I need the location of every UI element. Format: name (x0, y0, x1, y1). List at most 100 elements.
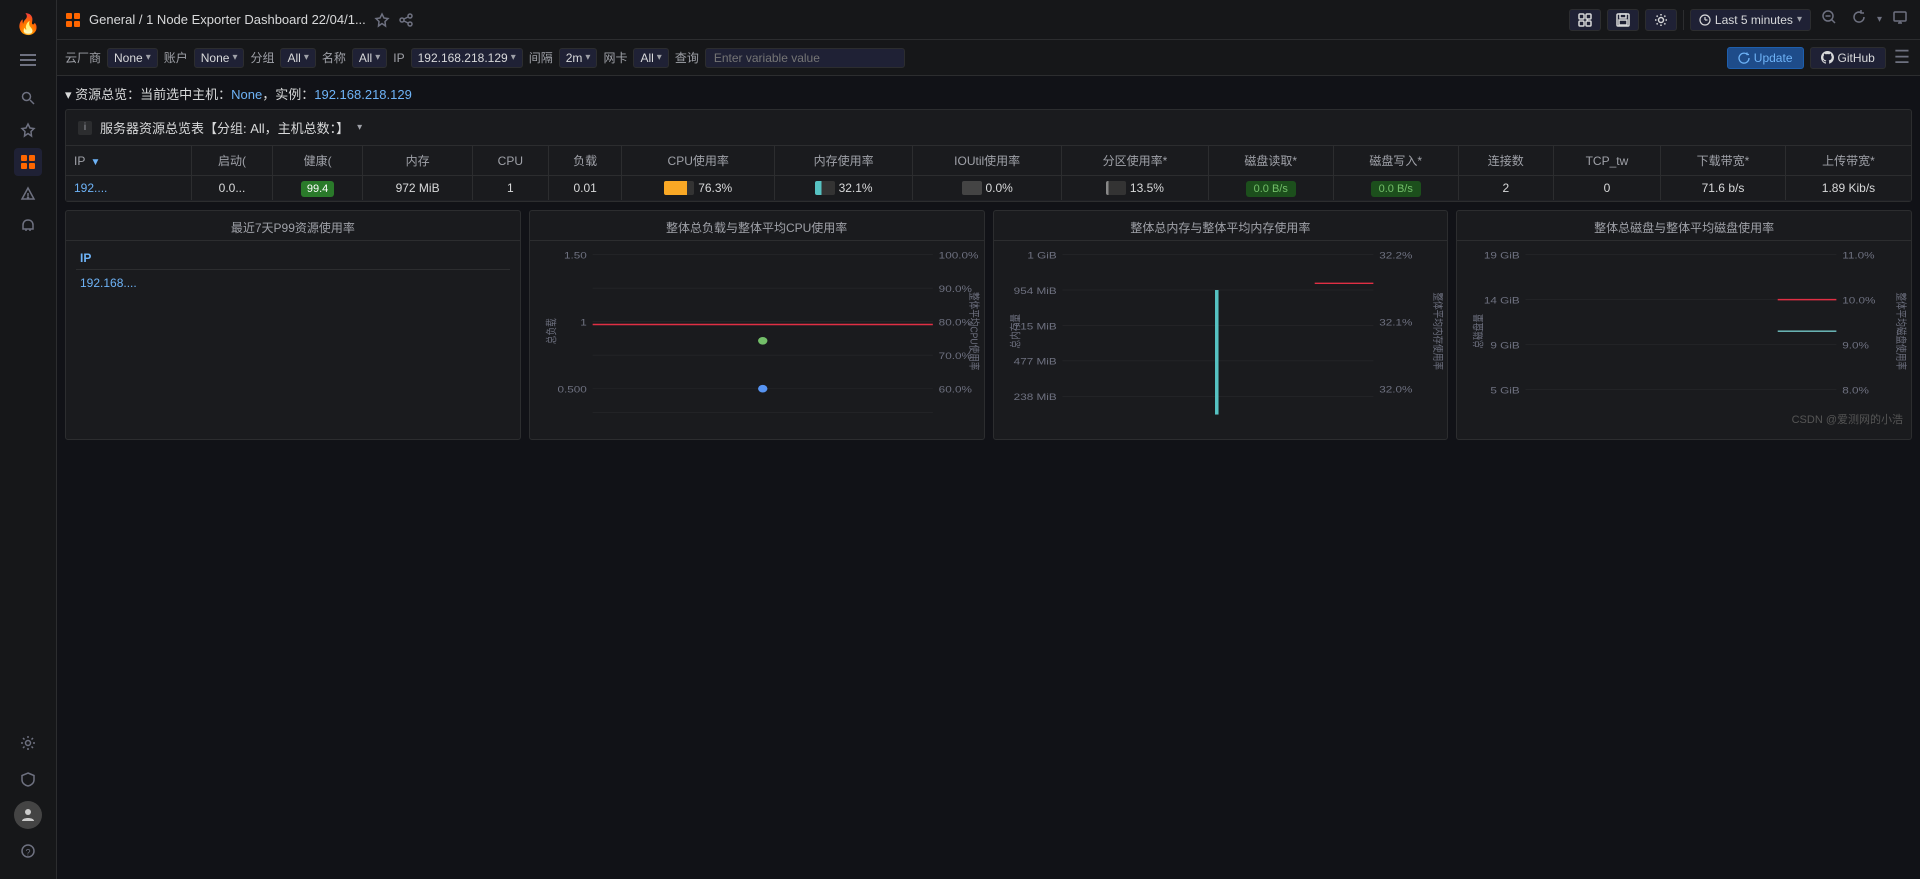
account-label: 账户 (164, 49, 188, 66)
refresh-dropdown-arrow[interactable]: ▾ (1877, 14, 1882, 25)
query-label: 查询 (675, 49, 699, 66)
col-health[interactable]: 健康( (272, 146, 362, 176)
sidebar-item-alerts[interactable] (14, 180, 42, 208)
cell-cpu-pct: 76.3% (622, 176, 775, 201)
cell-disk-write: 0.0 B/s (1333, 176, 1458, 201)
col-ip[interactable]: IP ▼ (66, 146, 192, 176)
refresh-btn[interactable] (1847, 5, 1871, 34)
svg-text:11.0%: 11.0% (1842, 250, 1875, 261)
col-uptime[interactable]: 启动( (192, 146, 273, 176)
cell-ip: 192.... (66, 176, 192, 201)
overview-toggle[interactable]: ▾ 资源总览：当前选中主机：None，实例：192.168.218.129 (65, 84, 412, 103)
grafana-logo[interactable]: 🔥 (14, 10, 42, 38)
cell-mem-pct: 32.1% (775, 176, 913, 201)
col-io-pct[interactable]: IOUtil使用率 (913, 146, 1062, 176)
col-mem-pct[interactable]: 内存使用率 (775, 146, 913, 176)
memory-panel: 整体总内存与整体平均内存使用率 1 GiB 954 MiB 715 MiB 47… (993, 210, 1449, 440)
disk-panel: 整体总磁盘与整体平均磁盘使用率 19 GiB 14 GiB 9 GiB 5 Gi… (1456, 210, 1912, 440)
name-dropdown-arrow: ▾ (375, 52, 380, 63)
sidebar-item-dashboards[interactable] (14, 148, 42, 176)
cloud-dropdown-arrow: ▾ (146, 52, 151, 63)
col-disk-read[interactable]: 磁盘读取* (1208, 146, 1333, 176)
zoom-out-btn[interactable] (1817, 5, 1841, 34)
memory-svg: 1 GiB 954 MiB 715 MiB 477 MiB 238 MiB 32… (998, 245, 1444, 427)
col-tcp[interactable]: TCP_tw (1553, 146, 1660, 176)
sidebar: 🔥 ? (0, 0, 57, 879)
varbar-menu-btn[interactable]: ☰ (1892, 45, 1912, 70)
io-bar-visual (962, 181, 982, 195)
ip-select[interactable]: 192.168.218.129 ▾ (411, 48, 523, 68)
interval-select[interactable]: 2m ▾ (559, 48, 598, 68)
svg-text:整体平均内存使用率: 整体平均内存使用率 (1431, 292, 1444, 370)
memory-title: 整体总内存与整体平均内存使用率 (994, 211, 1448, 241)
cell-part-pct: 13.5% (1062, 176, 1209, 201)
sidebar-item-notifications[interactable] (14, 212, 42, 240)
account-select[interactable]: None ▾ (194, 48, 245, 68)
time-range-btn[interactable]: Last 5 minutes ▾ (1690, 9, 1811, 31)
group-select[interactable]: All ▾ (280, 48, 315, 68)
sidebar-item-help[interactable]: ? (14, 837, 42, 865)
save-btn[interactable] (1607, 9, 1639, 31)
time-range-label: Last 5 minutes (1715, 13, 1793, 27)
cpu-load-title: 整体总负载与整体平均CPU使用率 (530, 211, 984, 241)
cell-health: 99.4 (272, 176, 362, 201)
settings-btn[interactable] (1645, 9, 1677, 31)
cell-load: 0.01 (548, 176, 622, 201)
kiosk-btn[interactable] (1888, 5, 1912, 34)
ip-dropdown-arrow: ▾ (511, 52, 516, 63)
svg-text:整体平均CPU使用率: 整体平均CPU使用率 (967, 292, 980, 371)
col-cpu-pct[interactable]: CPU使用率 (622, 146, 775, 176)
col-download[interactable]: 下载带宽* (1660, 146, 1785, 176)
p99-cell-ip: 192.168.... (76, 272, 510, 294)
cpu-dot (758, 337, 767, 345)
svg-text:238 MiB: 238 MiB (1013, 392, 1056, 403)
svg-text:整体平均磁盘使用率: 整体平均磁盘使用率 (1894, 292, 1907, 370)
watermark: CSDN @爱测网的小浩 (1792, 411, 1903, 427)
table-header-row: IP ▼ 启动( 健康( 内存 CPU 负载 CPU使用率 内存使用率 IOUt… (66, 146, 1911, 176)
col-memory[interactable]: 内存 (363, 146, 473, 176)
panel-expand-arrow[interactable]: ▾ (357, 122, 362, 133)
name-select[interactable]: All ▾ (352, 48, 387, 68)
sidebar-item-settings[interactable] (14, 729, 42, 757)
svg-text:32.2%: 32.2% (1379, 250, 1413, 261)
sidebar-item-search[interactable] (14, 84, 42, 112)
sidebar-toggle[interactable] (14, 46, 42, 74)
cell-tcp: 0 (1553, 176, 1660, 201)
info-icon[interactable]: i (78, 121, 92, 135)
query-input[interactable] (705, 48, 905, 68)
share-icon[interactable] (398, 12, 414, 28)
svg-text:5 GiB: 5 GiB (1491, 385, 1520, 396)
col-conn[interactable]: 连接数 (1458, 146, 1553, 176)
memory-chart: 1 GiB 954 MiB 715 MiB 477 MiB 238 MiB 32… (994, 241, 1448, 431)
svg-text:总磁盘量: 总磁盘量 (1473, 314, 1486, 349)
col-disk-write[interactable]: 磁盘写入* (1333, 146, 1458, 176)
cell-cpu: 1 (472, 176, 548, 201)
load-dot (758, 385, 767, 393)
panel-header: i 服务器资源总览表【分组: All，主机总数：】 ▾ (66, 110, 1911, 146)
github-btn[interactable]: GitHub (1810, 47, 1886, 69)
cell-disk-read: 0.0 B/s (1208, 176, 1333, 201)
update-btn[interactable]: Update (1727, 47, 1804, 69)
cpu-load-svg: 1.50 1 0.500 100.0% 90.0% 80.0% 70.0% 60… (534, 245, 980, 427)
sidebar-item-shield[interactable] (14, 765, 42, 793)
svg-text:100.0%: 100.0% (938, 250, 978, 261)
p99-col-ip[interactable]: IP (76, 247, 510, 270)
nic-label: 网卡 (603, 49, 627, 66)
col-upload[interactable]: 上传带宽* (1785, 146, 1911, 176)
star-icon[interactable] (374, 12, 390, 28)
p99-body: IP 192.168.... (66, 241, 520, 300)
svg-text:9 GiB: 9 GiB (1491, 340, 1520, 351)
svg-text:60.0%: 60.0% (938, 384, 972, 395)
col-part-pct[interactable]: 分区使用率* (1062, 146, 1209, 176)
nic-select[interactable]: All ▾ (633, 48, 668, 68)
sidebar-item-user[interactable] (14, 801, 42, 829)
sidebar-item-starred[interactable] (14, 116, 42, 144)
col-cpu[interactable]: CPU (472, 146, 548, 176)
panel-body: IP ▼ 启动( 健康( 内存 CPU 负载 CPU使用率 内存使用率 IOUt… (66, 146, 1911, 201)
disk-chart: 19 GiB 14 GiB 9 GiB 5 GiB 11.0% 10.0% 9.… (1457, 241, 1911, 431)
cloud-select[interactable]: None ▾ (107, 48, 158, 68)
add-panel-btn[interactable] (1569, 9, 1601, 31)
col-load[interactable]: 负载 (548, 146, 622, 176)
svg-text:14 GiB: 14 GiB (1484, 295, 1520, 306)
account-dropdown-arrow: ▾ (232, 52, 237, 63)
